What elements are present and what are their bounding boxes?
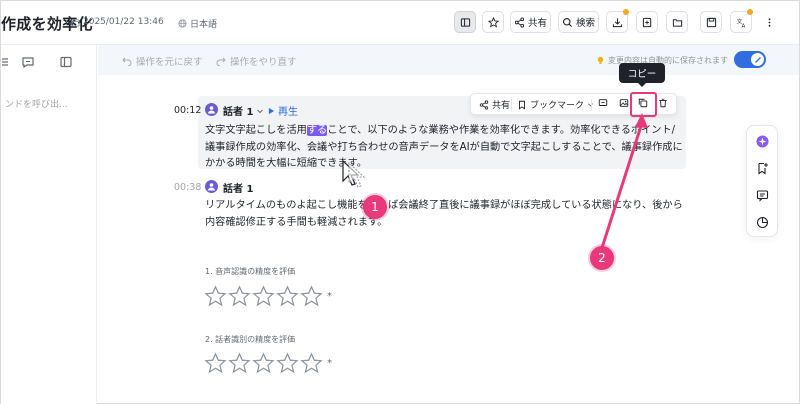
translate-button[interactable]: 文A: [730, 9, 753, 33]
globe-icon: [178, 19, 187, 28]
rating-star-icon[interactable]: [252, 285, 275, 307]
redo-icon: [216, 57, 226, 66]
copy-tooltip: コピー: [619, 63, 665, 87]
add-file-icon: [642, 17, 651, 27]
more-menu-button[interactable]: [760, 11, 778, 33]
segment-share-button[interactable]: 共有: [479, 98, 510, 111]
bookmark-add-icon[interactable]: [756, 162, 769, 175]
lightbulb-icon: [597, 56, 604, 64]
redo-button[interactable]: 操作をやり直す: [216, 54, 297, 68]
left-sidebar: ンドを呼び出...: [1, 45, 97, 404]
toolbar-divider: [511, 99, 512, 111]
edit-mode-toggle[interactable]: [734, 51, 766, 68]
mouse-cursor-icon: [342, 159, 366, 188]
notification-dot: [623, 9, 629, 15]
favorite-button[interactable]: [482, 11, 504, 33]
segment-timestamp[interactable]: 00:12: [174, 105, 201, 116]
speaker-avatar: [205, 180, 218, 193]
image-icon: [619, 99, 629, 107]
segment-text[interactable]: リアルタイムのものよ起こし機能を使えば会議終了直後に議事録がほぼ完成している状態…: [205, 198, 683, 231]
sidebar-command-hint[interactable]: ンドを呼び出...: [5, 97, 68, 110]
bookmark-icon: [519, 100, 525, 110]
callout-marker-2: 2: [590, 246, 614, 270]
right-tool-rail: [746, 125, 778, 237]
segment-timestamp[interactable]: 00:38: [174, 182, 201, 193]
pencil-icon: [754, 56, 761, 63]
save-button[interactable]: [700, 11, 722, 33]
rating-star-icon[interactable]: [228, 285, 251, 307]
notification-dot: [747, 9, 753, 15]
more-vertical-icon: [768, 17, 770, 27]
download-button[interactable]: [606, 9, 629, 33]
toggle-knob: [751, 53, 764, 66]
bookmark-button[interactable]: ブックマーク: [517, 98, 594, 111]
edit-toolbar: 操作を元に戻す 操作をやり直す 変更内容は自動的に保存されます: [98, 45, 799, 75]
pie-chart-icon[interactable]: [756, 216, 769, 229]
undo-button[interactable]: 操作を元に戻す: [122, 54, 203, 68]
rating-star-icon[interactable]: [276, 352, 299, 374]
speaker-avatar: [205, 103, 218, 116]
rating-star-icon[interactable]: [276, 285, 299, 307]
download-icon: [612, 17, 622, 27]
rating-star-icon[interactable]: [300, 285, 323, 307]
search-button[interactable]: 検索: [558, 11, 599, 33]
document-date: 2025/01/22 13:46: [71, 17, 164, 27]
rating-star-icon[interactable]: [204, 285, 227, 307]
speaker-selector[interactable]: 話者 1: [223, 103, 264, 118]
trash-icon: [659, 98, 667, 108]
callout-marker-1: 1: [363, 195, 387, 219]
svg-text:A: A: [741, 23, 745, 27]
comment-button[interactable]: [598, 98, 608, 108]
star-icon: [487, 16, 499, 28]
image-button[interactable]: [619, 98, 629, 108]
speaker-label[interactable]: 話者 1: [223, 180, 253, 195]
toolbar-divider: [591, 99, 592, 111]
rating-label: 1. 音声認識の精度を評価: [205, 267, 296, 276]
undo-icon: [122, 57, 132, 66]
share-button[interactable]: 共有: [510, 11, 551, 33]
play-button[interactable]: 再生: [268, 103, 298, 118]
user-icon: [208, 183, 215, 191]
rating-label: 2. 話者識別の精度を評価: [205, 335, 296, 344]
share-icon: [479, 99, 489, 110]
collapse-sidebar-icon[interactable]: [59, 55, 73, 69]
layout-toggle-button[interactable]: [454, 11, 476, 33]
rating-stars[interactable]: *: [204, 285, 332, 307]
rating-star-icon[interactable]: [228, 352, 251, 374]
calendar-icon: [71, 18, 80, 27]
required-marker: *: [327, 290, 332, 302]
rating-star-icon[interactable]: [300, 352, 323, 374]
segment-text[interactable]: 文字文字起こしを活用することで、以下のような業務や作業を効率化できます。効率化で…: [205, 123, 683, 173]
panel-layout-icon: [460, 17, 470, 27]
rating-star-icon[interactable]: [204, 352, 227, 374]
translate-icon: 文A: [736, 17, 745, 28]
rating-star-icon[interactable]: [252, 352, 275, 374]
rating-stars[interactable]: *: [204, 352, 332, 374]
delete-button[interactable]: [658, 98, 668, 108]
folder-icon: [672, 18, 682, 27]
current-word-highlight: する: [306, 125, 328, 136]
folder-button[interactable]: [666, 11, 688, 33]
chevron-down-icon: [257, 109, 264, 113]
play-icon: [268, 107, 275, 114]
language-indicator[interactable]: 日本語: [178, 17, 217, 30]
chat-icon[interactable]: [21, 55, 35, 69]
comment-icon[interactable]: [756, 189, 769, 202]
top-bar: 作成を効率化 2025/01/22 13:46 日本語 共有 検索 文A: [1, 1, 799, 45]
copy-button-highlight: [630, 92, 657, 117]
share-icon: [514, 16, 525, 28]
search-icon: [562, 17, 572, 27]
comment-icon: [598, 99, 608, 106]
add-page-button[interactable]: [636, 11, 658, 33]
required-marker: *: [327, 357, 332, 369]
list-icon[interactable]: [0, 55, 13, 69]
save-icon: [706, 17, 716, 27]
ai-sparkle-icon[interactable]: [756, 135, 769, 148]
user-icon: [208, 106, 215, 114]
